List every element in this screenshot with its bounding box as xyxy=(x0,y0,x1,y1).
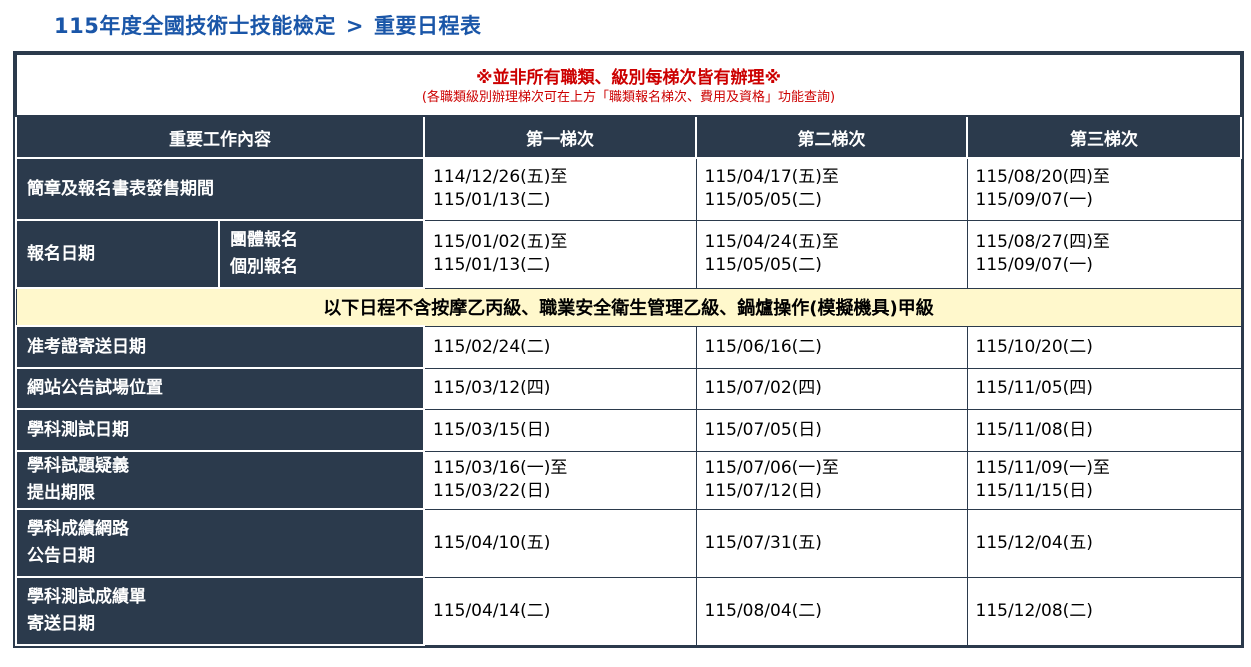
cell-admission-b1: 115/02/24(二) xyxy=(423,325,697,369)
cell-venue-b2: 115/07/02(四) xyxy=(695,367,968,410)
page-title: 115年度全國技術士技能檢定 > 重要日程表 xyxy=(54,10,481,40)
page-title-sub: 重要日程表 xyxy=(373,14,482,38)
page-title-main: 115年度全國技術士技能檢定 xyxy=(54,14,336,38)
band-row: 以下日程不含按摩乙丙級、職業安全衛生管理乙級、鍋爐操作(模擬機具)甲級 xyxy=(15,287,1242,327)
row-label-online: 學科成績網路 公告日期 xyxy=(15,508,425,578)
cell-online-b2: 115/07/31(五) xyxy=(695,508,968,578)
cell-doubt-b2: 115/07/06(一)至 115/07/12(日) xyxy=(695,450,968,510)
table-row: 學科測試日期 115/03/15(日) 115/07/05(日) 115/11/… xyxy=(15,408,1242,452)
cell-online-b3: 115/12/04(五) xyxy=(966,508,1242,578)
cell-online-b1: 115/04/10(五) xyxy=(423,508,697,578)
cell-written-b3: 115/11/08(日) xyxy=(966,408,1242,452)
table-row: 學科試題疑義 提出期限 115/03/16(一)至 115/03/22(日) 115… xyxy=(15,450,1242,510)
cell-admission-b2: 115/06/16(二) xyxy=(695,325,968,369)
schedule-table: ※並非所有職類、級別每梯次皆有辦理※ (各職類級別辦理梯次可在上方「職類報名梯次… xyxy=(13,51,1244,648)
table-row: 學科測試成績單 寄送日期 115/04/14(二) 115/08/04(二) 11… xyxy=(15,576,1242,646)
table-row: 簡章及報名書表發售期間 114/12/26(五)至 115/01/13(二) 11… xyxy=(15,157,1242,221)
table-row: 學科成績網路 公告日期 115/04/10(五) 115/07/31(五) 115… xyxy=(15,508,1242,578)
header-item: 重要工作內容 xyxy=(15,115,425,159)
cell-admission-b3: 115/10/20(二) xyxy=(966,325,1242,369)
header-batch1: 第一梯次 xyxy=(423,115,697,159)
row-label-written: 學科測試日期 xyxy=(15,408,425,452)
sublabel-group: 團體報名 xyxy=(230,230,298,250)
table-row: 准考證寄送日期 115/02/24(二) 115/06/16(二) 115/10… xyxy=(15,325,1242,369)
cell-mail-b1: 115/04/14(二) xyxy=(423,576,697,646)
cell-register-b2: 115/04/24(五)至 115/05/05(二) xyxy=(695,219,968,289)
cell-doubt-b1: 115/03/16(一)至 115/03/22(日) xyxy=(423,450,697,510)
cell-brochure-b3: 115/08/20(四)至 115/09/07(一) xyxy=(966,157,1242,221)
header-row: 重要工作內容 第一梯次 第二梯次 第三梯次 xyxy=(15,115,1242,159)
row-label-doubt: 學科試題疑義 提出期限 xyxy=(15,450,425,510)
cell-venue-b3: 115/11/05(四) xyxy=(966,367,1242,410)
row-sublabels-register: 團體報名 個別報名 xyxy=(218,219,425,289)
cell-register-b3: 115/08/27(四)至 115/09/07(一) xyxy=(966,219,1242,289)
exclusion-notice: 以下日程不含按摩乙丙級、職業安全衛生管理乙級、鍋爐操作(模擬機具)甲級 xyxy=(15,287,1242,327)
table-row: 報名日期 團體報名 個別報名 115/01/02(五)至 115/01/13(二) … xyxy=(15,219,1242,289)
table-row: 網站公告試場位置 115/03/12(四) 115/07/02(四) 115/1… xyxy=(15,367,1242,410)
header-batch2: 第二梯次 xyxy=(695,115,968,159)
cell-written-b1: 115/03/15(日) xyxy=(423,408,697,452)
cell-mail-b3: 115/12/08(二) xyxy=(966,576,1242,646)
cell-mail-b2: 115/08/04(二) xyxy=(695,576,968,646)
row-label-register: 報名日期 xyxy=(15,219,220,289)
header-batch3: 第三梯次 xyxy=(966,115,1242,159)
cell-brochure-b1: 114/12/26(五)至 115/01/13(二) xyxy=(423,157,697,221)
sublabel-individual: 個別報名 xyxy=(230,257,298,277)
notice-main-text: ※並非所有職類、級別每梯次皆有辦理※ xyxy=(475,68,782,88)
row-label-mail: 學科測試成績單 寄送日期 xyxy=(15,576,425,646)
notice-sub-text: (各職類級別辦理梯次可在上方「職類報名梯次、費用及資格」功能查詢) xyxy=(421,90,836,105)
cell-written-b2: 115/07/05(日) xyxy=(695,408,968,452)
row-label-brochure: 簡章及報名書表發售期間 xyxy=(15,157,425,221)
row-label-admission: 准考證寄送日期 xyxy=(15,325,425,369)
breadcrumb-separator: > xyxy=(345,14,364,38)
cell-doubt-b3: 115/11/09(一)至 115/11/15(日) xyxy=(966,450,1242,510)
cell-register-b1: 115/01/02(五)至 115/01/13(二) xyxy=(423,219,697,289)
notice-banner: ※並非所有職類、級別每梯次皆有辦理※ (各職類級別辦理梯次可在上方「職類報名梯次… xyxy=(15,53,1242,117)
cell-brochure-b2: 115/04/17(五)至 115/05/05(二) xyxy=(695,157,968,221)
cell-venue-b1: 115/03/12(四) xyxy=(423,367,697,410)
row-label-venue: 網站公告試場位置 xyxy=(15,367,425,410)
